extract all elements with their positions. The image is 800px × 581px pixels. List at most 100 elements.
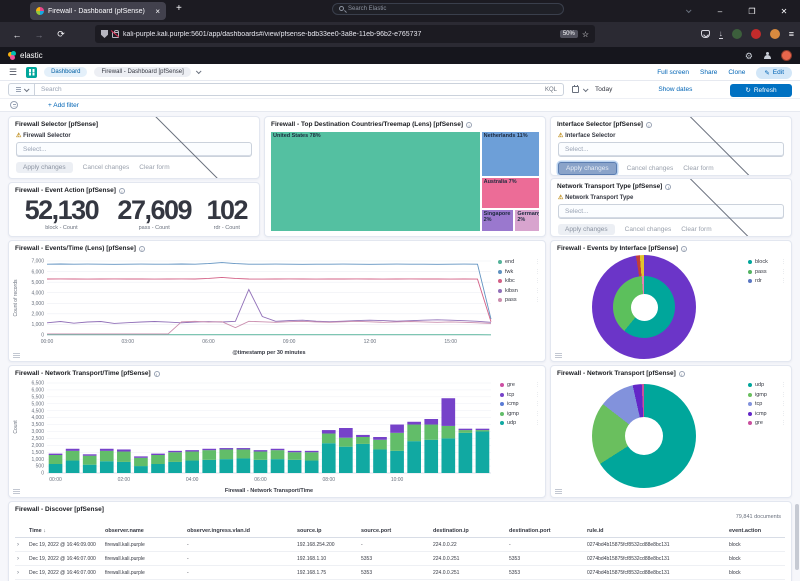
legend-item-pass[interactable]: pass⋮ bbox=[498, 297, 540, 303]
network-transport-chart[interactable] bbox=[551, 378, 737, 496]
apply-changes-button[interactable]: Apply changes bbox=[558, 224, 615, 235]
column-header[interactable]: event.action bbox=[729, 528, 785, 534]
treemap-chart[interactable]: United States 78%Netherlands 11%Australi… bbox=[270, 131, 540, 232]
legend-actions-icon[interactable]: ⋮ bbox=[535, 259, 540, 265]
legend-item-gre[interactable]: gre⋮ bbox=[500, 382, 540, 388]
breadcrumb-page[interactable]: Firewall - Dashboard [pfSense] bbox=[94, 67, 190, 77]
legend-item-icmp[interactable]: icmp⋮ bbox=[500, 401, 540, 407]
treemap-tile-germany[interactable]: Germany 2% bbox=[514, 209, 540, 232]
extension-icon-green[interactable] bbox=[732, 29, 742, 39]
clone-link[interactable]: Clone bbox=[728, 69, 745, 76]
treemap-tile-australia[interactable]: Australia 7% bbox=[481, 177, 540, 208]
extension-icon-red[interactable] bbox=[751, 29, 761, 39]
column-header[interactable]: source.ip bbox=[297, 528, 361, 534]
tracking-shield-icon[interactable] bbox=[101, 30, 108, 38]
legend-item-udp[interactable]: udp⋮ bbox=[748, 382, 786, 388]
column-header[interactable]: Time ↓ bbox=[29, 528, 105, 534]
close-button[interactable]: ✕ bbox=[768, 0, 800, 22]
interface-select[interactable]: Select... bbox=[558, 142, 784, 157]
legend-actions-icon[interactable]: ⋮ bbox=[535, 401, 540, 407]
breadcrumb-chevron-icon[interactable] bbox=[196, 68, 202, 74]
legend-actions-icon[interactable]: ⋮ bbox=[535, 420, 540, 426]
legend-item-tcp[interactable]: tcp⋮ bbox=[748, 401, 786, 407]
legend-item-gre[interactable]: gre⋮ bbox=[748, 420, 786, 426]
url-bar[interactable]: kali-purple.kali.purple:5601/app/dashboa… bbox=[95, 25, 595, 43]
forward-button[interactable]: → bbox=[28, 30, 50, 40]
legend-item-rdr[interactable]: rdr⋮ bbox=[748, 278, 786, 284]
info-icon[interactable]: i bbox=[139, 246, 145, 252]
legend-actions-icon[interactable]: ⋮ bbox=[781, 382, 786, 388]
treemap-tile-united[interactable]: United States 78% bbox=[270, 131, 481, 232]
firewall-select[interactable]: Select... bbox=[16, 142, 252, 157]
cancel-changes-button[interactable]: Cancel changes bbox=[83, 164, 130, 171]
reload-button[interactable]: ⟳ bbox=[50, 29, 72, 40]
transport-type-select[interactable]: Select... bbox=[558, 204, 784, 219]
legend-item-block[interactable]: block⋮ bbox=[748, 259, 786, 265]
table-row[interactable]: ›Dec 19, 2022 @ 16:46:07.000firewall.kal… bbox=[15, 552, 785, 566]
legend-actions-icon[interactable]: ⋮ bbox=[781, 401, 786, 407]
column-header[interactable]: source.port bbox=[361, 528, 433, 534]
legend-actions-icon[interactable]: ⋮ bbox=[535, 392, 540, 398]
legend-item-icmp[interactable]: icmp⋮ bbox=[748, 411, 786, 417]
filter-icon[interactable] bbox=[10, 101, 18, 109]
zoom-badge[interactable]: 50% bbox=[560, 30, 578, 38]
global-search-input[interactable]: Search Elastic bbox=[332, 3, 564, 15]
legend-actions-icon[interactable]: ⋮ bbox=[535, 288, 540, 294]
user-icon[interactable] bbox=[763, 52, 771, 60]
legend-actions-icon[interactable]: ⋮ bbox=[781, 278, 786, 284]
tab-list-button[interactable] bbox=[672, 0, 704, 22]
treemap-tile-netherlands[interactable]: Netherlands 11% bbox=[481, 131, 540, 177]
info-icon[interactable]: i bbox=[681, 246, 687, 252]
date-picker-button[interactable]: Today bbox=[572, 86, 612, 93]
legend-item-end[interactable]: end⋮ bbox=[498, 259, 540, 265]
panel-inspector-icon[interactable] bbox=[555, 353, 562, 358]
column-header[interactable]: observer.name bbox=[105, 528, 187, 534]
legend-item-udp[interactable]: udp⋮ bbox=[500, 420, 540, 426]
clear-form-button[interactable]: Clear form bbox=[139, 164, 169, 171]
info-icon[interactable]: i bbox=[646, 122, 652, 128]
apply-changes-button[interactable]: Apply changes bbox=[558, 162, 617, 175]
panel-inspector-icon[interactable] bbox=[13, 489, 20, 494]
column-header[interactable]: observer.ingress.vlan.id bbox=[187, 528, 297, 534]
info-icon[interactable]: i bbox=[119, 188, 125, 194]
donut-hole[interactable] bbox=[631, 294, 658, 321]
gear-icon[interactable]: ⚙ bbox=[745, 51, 753, 61]
clear-form-button[interactable]: Clear form bbox=[681, 226, 711, 233]
add-filter-link[interactable]: + Add filter bbox=[48, 102, 79, 109]
legend-item-kibc[interactable]: kibc⋮ bbox=[498, 278, 540, 284]
table-row[interactable]: ›Dec 19, 2022 @ 16:46:07.000firewall.kal… bbox=[15, 566, 785, 580]
legend-actions-icon[interactable]: ⋮ bbox=[535, 411, 540, 417]
dashboard-app-icon[interactable] bbox=[26, 67, 37, 78]
bookmark-star-icon[interactable]: ☆ bbox=[582, 30, 589, 39]
panel-inspector-icon[interactable] bbox=[555, 489, 562, 494]
events-by-interface-chart[interactable] bbox=[551, 253, 737, 361]
kibana-menu-icon[interactable]: ☰ bbox=[9, 67, 17, 78]
minimize-button[interactable]: – bbox=[704, 0, 736, 22]
column-header[interactable]: destination.port bbox=[509, 528, 587, 534]
expand-row-icon[interactable]: › bbox=[15, 542, 29, 548]
maximize-button[interactable]: ❐ bbox=[736, 0, 768, 22]
info-icon[interactable]: i bbox=[154, 371, 160, 377]
table-row[interactable]: ›Dec 19, 2022 @ 16:46:09.000firewall.kal… bbox=[15, 538, 785, 552]
new-tab-button[interactable]: + bbox=[176, 3, 182, 14]
legend-actions-icon[interactable]: ⋮ bbox=[781, 259, 786, 265]
legend-actions-icon[interactable]: ⋮ bbox=[781, 392, 786, 398]
browser-tab[interactable]: Firewall - Dashboard (pfSense) × bbox=[30, 2, 166, 20]
edit-button[interactable]: ✎ Edit bbox=[756, 67, 792, 79]
legend-item-kibsn[interactable]: kibsn⋮ bbox=[498, 288, 540, 294]
scrollbar-thumb[interactable] bbox=[795, 504, 799, 570]
back-button[interactable]: ← bbox=[6, 30, 28, 40]
expand-row-icon[interactable]: › bbox=[15, 570, 29, 576]
query-menu-button[interactable] bbox=[8, 83, 34, 96]
date-range-label[interactable]: Today bbox=[595, 86, 612, 93]
legend-item-pass[interactable]: pass⋮ bbox=[748, 269, 786, 275]
legend-actions-icon[interactable]: ⋮ bbox=[535, 269, 540, 275]
kql-badge[interactable]: KQL bbox=[545, 87, 557, 93]
legend-actions-icon[interactable]: ⋮ bbox=[535, 297, 540, 303]
treemap-tile-singapore[interactable]: Singapore 2% bbox=[481, 209, 515, 232]
pocket-icon[interactable] bbox=[701, 30, 710, 38]
menu-icon[interactable]: ≡ bbox=[789, 29, 794, 39]
expand-row-icon[interactable]: › bbox=[15, 556, 29, 562]
legend-actions-icon[interactable]: ⋮ bbox=[781, 269, 786, 275]
panel-inspector-icon[interactable] bbox=[13, 353, 20, 358]
